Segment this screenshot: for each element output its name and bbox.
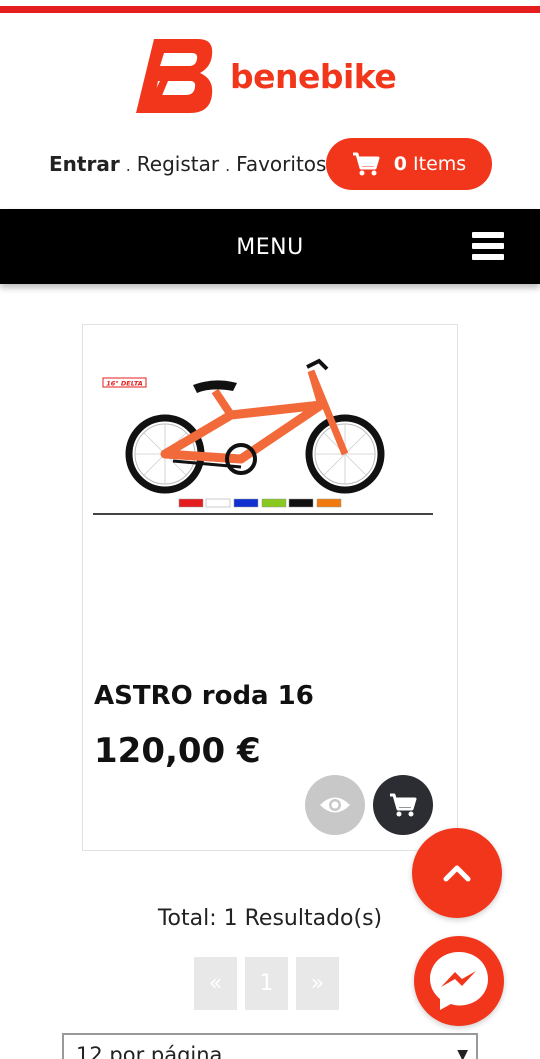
favorites-link[interactable]: Favoritos (236, 152, 326, 176)
prev-page-button[interactable]: « (194, 957, 237, 1010)
per-page-select[interactable]: 12 por página ▼ (62, 1033, 478, 1059)
menu-label: MENU (236, 235, 304, 260)
product-image[interactable]: 16" DELTA (93, 333, 445, 523)
logo-mark-icon (136, 39, 213, 113)
pagination: « 1 » (194, 957, 339, 1010)
scroll-to-top-button[interactable] (412, 828, 502, 918)
cart-icon (352, 152, 380, 176)
cart-button[interactable]: 0 Items (326, 138, 492, 190)
color-swatch (205, 498, 231, 508)
page-number-button[interactable]: 1 (245, 957, 288, 1010)
color-swatch (178, 498, 204, 508)
product-price: 120,00 € (94, 731, 261, 771)
color-swatch (261, 498, 287, 508)
color-swatch (233, 498, 259, 508)
cart-icon (390, 793, 417, 817)
register-link[interactable]: Registar (137, 152, 219, 176)
product-name[interactable]: ASTRO roda 16 (94, 681, 314, 711)
add-to-cart-button[interactable] (373, 775, 433, 835)
color-swatches (178, 498, 342, 508)
separator: . (125, 156, 131, 175)
brand-logo[interactable]: benebike (134, 36, 414, 116)
brand-name: benebike (230, 56, 397, 96)
image-badge: 16" DELTA (106, 380, 143, 388)
dropdown-arrow-icon: ▼ (457, 1047, 468, 1059)
chevron-up-icon (443, 865, 471, 882)
login-link[interactable]: Entrar (49, 152, 120, 176)
top-accent-bar (0, 6, 540, 13)
cart-count: 0 (393, 153, 408, 175)
quick-view-button[interactable] (305, 775, 365, 835)
next-page-button[interactable]: » (296, 957, 339, 1010)
account-row: Entrar. Registar. Favoritos 0 Items (0, 138, 540, 190)
color-swatch (316, 498, 342, 508)
messenger-icon (430, 952, 488, 1010)
hamburger-icon[interactable] (472, 232, 504, 260)
product-card[interactable]: 16" DELTA ASTRO roda 16 120,00 € (82, 324, 458, 851)
menu-bar[interactable]: MENU (0, 209, 540, 284)
per-page-value: 12 por página (76, 1043, 223, 1059)
eye-icon (320, 797, 350, 813)
cart-items-label: Items (413, 153, 467, 175)
color-swatch (288, 498, 314, 508)
messenger-button[interactable] (414, 936, 504, 1026)
separator: . (225, 156, 231, 175)
